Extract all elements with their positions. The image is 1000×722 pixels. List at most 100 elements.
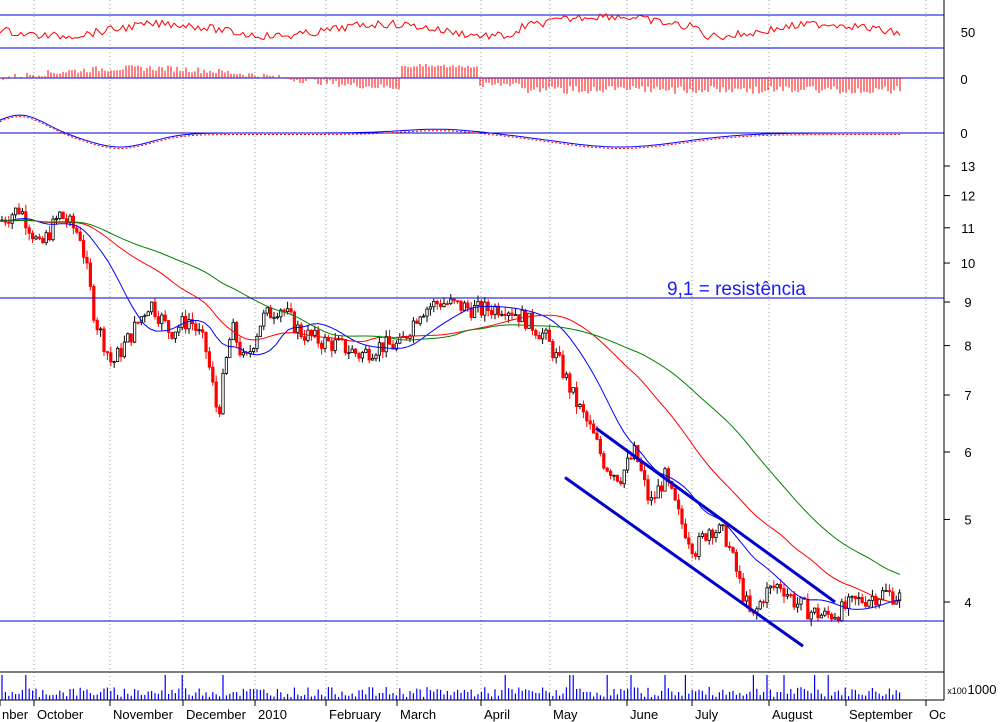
candle-body <box>731 547 735 553</box>
candle-body <box>673 487 677 501</box>
candle-body <box>41 237 45 244</box>
candle-body <box>132 321 137 343</box>
price-tick-label: 12 <box>961 189 975 204</box>
candle-body <box>830 613 834 620</box>
candle-body <box>544 329 548 334</box>
candle-body <box>483 301 487 316</box>
candle-body <box>109 352 113 363</box>
candle-body <box>425 308 429 317</box>
candle-body <box>129 333 133 343</box>
candle-body <box>146 311 150 317</box>
price-tick-label: 8 <box>964 339 971 354</box>
candle-body <box>265 307 269 314</box>
candle-body <box>612 474 616 477</box>
candle-body <box>489 310 494 315</box>
candle-body <box>585 411 589 422</box>
candle-body <box>224 357 228 374</box>
candle-body <box>95 319 99 331</box>
candle-body <box>292 311 297 333</box>
candle-body <box>711 529 715 538</box>
candle-body <box>411 320 416 337</box>
candle-body <box>82 240 86 258</box>
candle-body <box>558 352 562 356</box>
candle-body <box>884 590 888 592</box>
candle-body <box>384 336 388 353</box>
candle-body <box>551 341 555 359</box>
candle-body <box>493 305 497 315</box>
candle-body <box>541 332 545 340</box>
price-tick-label: 10 <box>961 256 975 271</box>
candle-body <box>847 596 851 609</box>
resistance-annotation: 9,1 = resistência <box>667 279 806 300</box>
candle-body <box>554 352 558 359</box>
candle-body <box>799 597 803 605</box>
month-label: nber <box>2 707 29 722</box>
candle-body <box>836 617 841 622</box>
candle-body <box>588 420 592 425</box>
month-label: 2010 <box>258 707 287 722</box>
candle-body <box>826 610 830 615</box>
candlestick-chart: 13 12 11 10 9 8 7 6 5 4 50 0 0 1000x100 nber October… <box>0 0 997 722</box>
candle-body <box>707 529 711 541</box>
candle-body <box>357 353 361 359</box>
candle-body <box>680 508 684 525</box>
candle-body <box>700 533 705 537</box>
candle-body <box>881 590 885 600</box>
month-label: Oc <box>929 707 946 722</box>
candle-body <box>20 211 25 215</box>
candle-body <box>421 315 426 318</box>
volume-unit-label: x100 <box>947 686 967 696</box>
candle-body <box>792 594 796 608</box>
price-tick-label: 5 <box>964 512 971 527</box>
month-label: October <box>37 707 84 722</box>
candle-body <box>156 316 160 324</box>
candle-body <box>717 524 722 534</box>
candle-body <box>602 453 606 469</box>
candle-body <box>581 404 586 413</box>
moving-average-mid <box>0 219 901 603</box>
volume-tick-label: 1000 <box>968 682 997 697</box>
moving-average-long <box>0 219 901 576</box>
candle-body <box>615 474 620 482</box>
candle-body <box>649 497 654 501</box>
candle-body <box>622 469 626 485</box>
candle-body <box>656 485 660 499</box>
candle-body <box>30 232 35 240</box>
candle-body <box>850 595 854 598</box>
candle-body <box>721 524 725 527</box>
candle-body <box>319 342 324 349</box>
candle-body <box>779 583 783 589</box>
candle-body <box>302 336 307 341</box>
candle-body <box>870 596 875 601</box>
candle-body <box>785 594 790 597</box>
candle-body <box>506 312 511 316</box>
price-axis: 13 12 11 10 9 8 7 6 5 4 <box>944 159 975 610</box>
candle-body <box>520 309 524 323</box>
candle-body <box>575 387 579 408</box>
candle-body <box>415 320 419 324</box>
month-label: December <box>186 707 247 722</box>
month-label: February <box>329 707 382 722</box>
candle-body <box>564 373 569 378</box>
candle-body <box>10 214 14 224</box>
candle-body <box>762 601 766 604</box>
candle-body <box>598 439 603 454</box>
candle-body <box>177 326 181 333</box>
month-labels: nber October November December 2010 February M… <box>0 700 946 722</box>
candle-body <box>690 543 694 555</box>
candle-body <box>207 351 211 368</box>
candle-body <box>326 337 331 342</box>
candle-body <box>738 570 742 579</box>
candle-body <box>449 298 453 305</box>
candle-body <box>646 479 650 501</box>
candle-body <box>116 347 120 362</box>
candle-body <box>180 316 184 328</box>
horizontal-levels <box>0 297 944 622</box>
candle-body <box>877 598 881 606</box>
candle-body <box>88 262 92 287</box>
candle-body <box>211 366 215 383</box>
candle-body <box>170 332 174 339</box>
candle-body <box>772 585 776 588</box>
month-label: November <box>113 707 174 722</box>
candle-body <box>282 309 286 312</box>
